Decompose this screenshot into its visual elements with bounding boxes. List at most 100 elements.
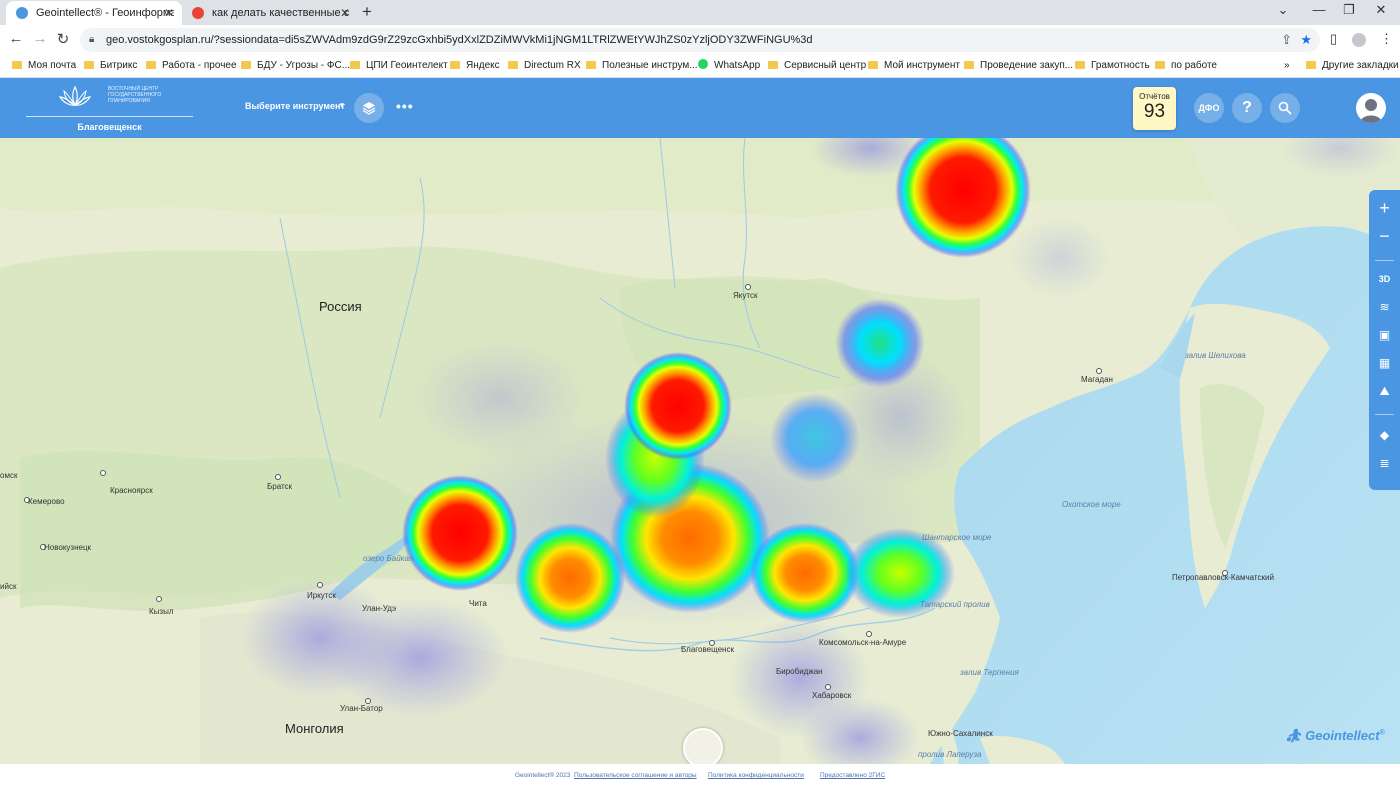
bookmark-item[interactable]: по работе xyxy=(1155,59,1217,72)
traffic-light-icon[interactable]: ▣ xyxy=(1369,328,1400,342)
maximize-icon[interactable]: ❐ xyxy=(1334,2,1364,18)
back-icon[interactable]: ← xyxy=(6,30,26,47)
tab-geointellect[interactable]: Geointellect® - Геоинформаци ✕ xyxy=(6,1,182,25)
bookmark-item[interactable]: Грамотность xyxy=(1075,59,1150,72)
buildings-icon[interactable]: ▦ xyxy=(1369,356,1400,370)
side-panel-icon[interactable]: ▯ xyxy=(1330,31,1337,47)
footer-privacy-link[interactable]: Политика конфиденциальности xyxy=(708,772,804,779)
bookmark-item[interactable]: WhatsApp xyxy=(698,59,760,72)
bookmark-item[interactable]: Проведение закуп... xyxy=(964,59,1073,72)
app-footer: Geointellect® 2023 Пользовательское согл… xyxy=(0,764,1400,786)
map-label-yakutsk: Якутск xyxy=(733,291,758,300)
layers-button[interactable] xyxy=(354,93,384,123)
city-selector[interactable]: Благовещенск xyxy=(26,122,193,132)
map-label-birobidzhan: Биробиджан xyxy=(776,667,823,676)
heat-blob xyxy=(835,298,925,388)
forward-icon[interactable]: → xyxy=(30,30,50,47)
other-bookmarks[interactable]: Другие закладки xyxy=(1306,59,1399,72)
help-button[interactable]: ? xyxy=(1232,93,1262,123)
bookmark-item[interactable]: ЦПИ Геоинтелект xyxy=(350,59,448,72)
close-tab-icon[interactable]: ✕ xyxy=(164,1,174,25)
bookmark-star-icon[interactable]: ★ xyxy=(1300,28,1312,52)
footer-2gis-link[interactable]: Предоставлено 2ГИС xyxy=(820,772,885,779)
divider xyxy=(1375,260,1394,261)
dfo-button[interactable]: ДФО xyxy=(1194,93,1224,123)
share-icon[interactable]: ⇪ xyxy=(1281,28,1292,52)
folder-icon xyxy=(1075,61,1085,69)
zoom-in-button[interactable]: + xyxy=(1369,198,1400,219)
bookmark-item[interactable]: Сервисный центр xyxy=(768,59,866,72)
vostokgosplan-logo-icon[interactable] xyxy=(58,85,92,107)
map-style-switcher[interactable] xyxy=(683,728,723,764)
map-label-petropavlovsk: Петропавловск-Камчатский xyxy=(1172,573,1274,582)
folder-icon xyxy=(1306,61,1316,69)
search-icon xyxy=(1278,101,1292,115)
bookmark-item[interactable]: Мой инструмент xyxy=(868,59,960,72)
folder-icon xyxy=(241,61,251,69)
folder-icon xyxy=(586,61,596,69)
map-tools-sidebar: + − 3D ≋ ▣ ▦ ⛰︎ ◆ ≣ xyxy=(1369,190,1400,490)
3d-button[interactable]: 3D xyxy=(1369,274,1400,284)
bookmark-item[interactable]: Полезные инструм... xyxy=(586,59,698,72)
map-label-bratsk: Братск xyxy=(267,482,293,491)
wind-layer-icon[interactable]: ≋ xyxy=(1369,300,1400,314)
map-canvas[interactable] xyxy=(0,138,1400,764)
folder-icon xyxy=(350,61,360,69)
folder-icon xyxy=(868,61,878,69)
app-header: ВОСТОЧНЫЙ ЦЕНТР ГОСУДАРСТВЕННОГО ПЛАНИРО… xyxy=(0,78,1400,138)
bookmark-item[interactable]: Работа - прочее xyxy=(146,59,237,72)
reports-count: 93 xyxy=(1143,101,1166,122)
close-window-icon[interactable]: ✕ xyxy=(1366,2,1396,18)
chevron-down-icon[interactable]: ▼ xyxy=(338,101,346,110)
map-label-ulan-bator: Улан-Батор xyxy=(340,704,383,713)
zoom-out-button[interactable]: − xyxy=(1369,226,1400,247)
bookmark-item[interactable]: Битрикс xyxy=(84,59,137,72)
folder-icon xyxy=(1155,61,1165,69)
menu-kebab-icon[interactable]: ⋮ xyxy=(1380,31,1393,47)
map-label-omsk: омск xyxy=(0,471,18,480)
minimize-icon[interactable]: — xyxy=(1304,2,1334,17)
map-label-russia: Россия xyxy=(319,299,362,314)
map-label-mongolia: Монголия xyxy=(285,721,344,736)
folder-icon xyxy=(12,61,22,69)
map-label-biysk: ийск xyxy=(0,582,17,591)
map-label-terpeniya-bay: залив Терпения xyxy=(960,668,1019,677)
tab-title: как делать качественные сним xyxy=(212,7,350,19)
browser-toolbar: ← → ↻ 🔒︎ geo.vostokgosplan.ru/?sessionda… xyxy=(0,25,1400,55)
halo xyxy=(330,598,510,718)
city-dot xyxy=(100,470,106,476)
bookmark-item[interactable]: Яндекс xyxy=(450,59,500,72)
footer-agreement-link[interactable]: Пользовательское соглашение и авторы xyxy=(574,772,697,779)
close-tab-icon[interactable]: ✕ xyxy=(340,1,350,25)
new-tab-button[interactable]: + xyxy=(362,2,372,22)
geointellect-brand-logo: ⛹︎ Geointellect® xyxy=(1285,728,1385,743)
bookmark-item[interactable]: БДУ - Угрозы - ФС... xyxy=(241,59,350,72)
map-view[interactable]: Россия Монголия Якутск Магадан Охотское … xyxy=(0,138,1400,764)
map-label-laperuza: пролив Лаперуза xyxy=(918,750,982,759)
bookmark-item[interactable]: Directum RX xyxy=(508,59,581,72)
halo xyxy=(1010,218,1110,298)
tool-select[interactable]: Выберите инструмент xyxy=(245,101,345,111)
reload-icon[interactable]: ↻ xyxy=(53,30,73,48)
map-label-komsomolsk: Комсомольск-на-Амуре xyxy=(819,638,907,647)
footer-copyright: Geointellect® 2023 xyxy=(515,772,571,779)
map-label-kemerovo: Кемерово xyxy=(28,497,65,506)
reports-counter[interactable]: Отчётов 93 xyxy=(1133,87,1176,130)
user-avatar[interactable] xyxy=(1356,93,1386,123)
more-options-icon[interactable]: ••• xyxy=(396,98,414,114)
terrain-icon[interactable]: ⛰︎ xyxy=(1369,384,1400,399)
bookmark-item[interactable]: Моя почта xyxy=(12,59,76,72)
search-button[interactable] xyxy=(1270,93,1300,123)
tab-google-search[interactable]: как делать качественные сним ✕ xyxy=(182,1,358,25)
map-label-magadan: Магадан xyxy=(1081,375,1113,384)
divider xyxy=(1375,414,1394,415)
profile-icon[interactable] xyxy=(1352,33,1366,47)
layers-stack-icon[interactable]: ≣ xyxy=(1369,456,1400,470)
folder-icon xyxy=(768,61,778,69)
address-bar[interactable]: 🔒︎ geo.vostokgosplan.ru/?sessiondata=di5… xyxy=(80,28,1320,52)
bookmarks-overflow-icon[interactable]: » xyxy=(1284,59,1290,72)
eraser-icon[interactable]: ◆ xyxy=(1369,428,1400,442)
tab-search-icon[interactable]: ⌄ xyxy=(1268,2,1298,18)
folder-icon xyxy=(146,61,156,69)
folder-icon xyxy=(508,61,518,69)
